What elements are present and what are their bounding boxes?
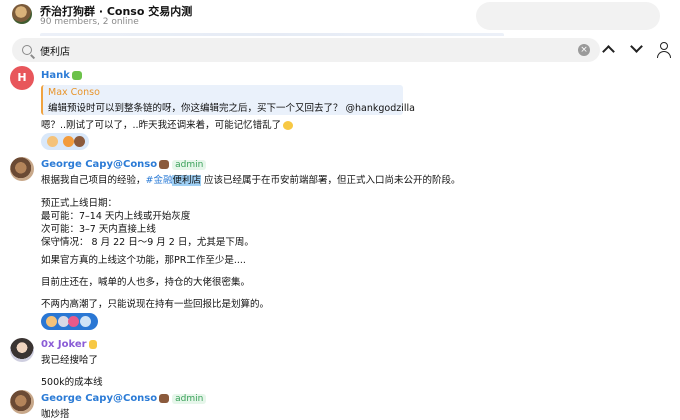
sender-name[interactable]: 0x Joker: [41, 339, 97, 350]
hashtag-link[interactable]: #金融: [146, 175, 173, 186]
reactions[interactable]: [41, 313, 98, 330]
message-line: 目前庄还在，喊单的人也多，持仓的大佬很密集。: [41, 277, 251, 288]
badge-icon: [71, 70, 82, 80]
reply-quote[interactable]: Max Conso 编辑预设时可以到整条链的呀，你这编辑完之后，买下一个又回去了…: [41, 85, 415, 115]
user-icon[interactable]: [656, 42, 672, 58]
reaction-avatar-icon: [63, 136, 74, 147]
chevron-down-icon: [630, 40, 643, 53]
avatar[interactable]: [10, 157, 34, 181]
sparkle-icon: [88, 339, 97, 349]
search-highlight: 便利店: [172, 175, 201, 186]
search-icon: [22, 45, 32, 55]
reaction-poop-icon: [74, 136, 85, 147]
reactions[interactable]: [41, 133, 89, 150]
poop-icon: [159, 393, 170, 403]
message-line: 咖炒搭: [41, 409, 70, 420]
reaction-avatar-icon: [68, 316, 79, 327]
admin-badge: admin: [172, 394, 207, 404]
sender-name[interactable]: Hank: [41, 70, 82, 81]
search-prev-button[interactable]: [600, 42, 618, 58]
search-input[interactable]: [40, 42, 560, 58]
message-text: 嗯？..刚试了可以了，..昨天我还调来着，可能记忆错乱了: [41, 117, 294, 131]
search-next-button[interactable]: [628, 40, 646, 58]
admin-badge: admin: [172, 160, 207, 170]
message-line: 根据我自己项目的经验，#金融便利店 应该已经属于在币安前端部署，但正式入口尚未公…: [41, 175, 461, 186]
reaction-hands-icon: [46, 316, 57, 327]
reply-text: 编辑预设时可以到整条链的呀，你这编辑完之后，买下一个又回去了？ @hankgod…: [48, 103, 415, 114]
reply-sender: Max Conso: [48, 87, 100, 98]
reaction-hands-icon: [47, 136, 58, 147]
sender-name[interactable]: George Capy@Conso admin: [41, 159, 207, 170]
poop-icon: [159, 159, 170, 169]
avatar[interactable]: [10, 390, 34, 414]
clear-icon[interactable]: ×: [578, 44, 590, 56]
message-line: 保守情况： 8 月 22 日～9 月 2 日，尤其是下周。: [41, 237, 254, 248]
message-line: 最可能：7–14 天内上线或开始灰度: [41, 211, 191, 222]
avatar[interactable]: H: [10, 66, 34, 90]
emoji-icon: [283, 121, 294, 130]
message-line: 500k的成本线: [41, 377, 103, 388]
message-line: 次可能：3–7 天内直接上线: [41, 224, 156, 235]
avatar[interactable]: [10, 338, 34, 362]
message-line: 预正式上线日期：: [41, 198, 118, 209]
message-line: 如果官方真的上线这个功能，那PR工作至少是....: [41, 255, 246, 266]
chat-header: 乔治打狗群 · Conso 交易内测 90 members, 2 online: [0, 0, 680, 34]
sender-name[interactable]: George Capy@Conso admin: [41, 393, 207, 404]
message-line: 我已经搜哈了: [41, 355, 99, 366]
header-actions-area: [476, 2, 660, 30]
chevron-up-icon: [602, 45, 615, 58]
group-subtitle: 90 members, 2 online: [40, 17, 139, 27]
group-avatar[interactable]: [12, 4, 32, 24]
reaction-avatar-icon: [80, 316, 91, 327]
search-bar: ×: [0, 36, 680, 64]
message-line: 不两内高潮了，只能说现在持有一些回报比是划算的。: [41, 299, 270, 310]
